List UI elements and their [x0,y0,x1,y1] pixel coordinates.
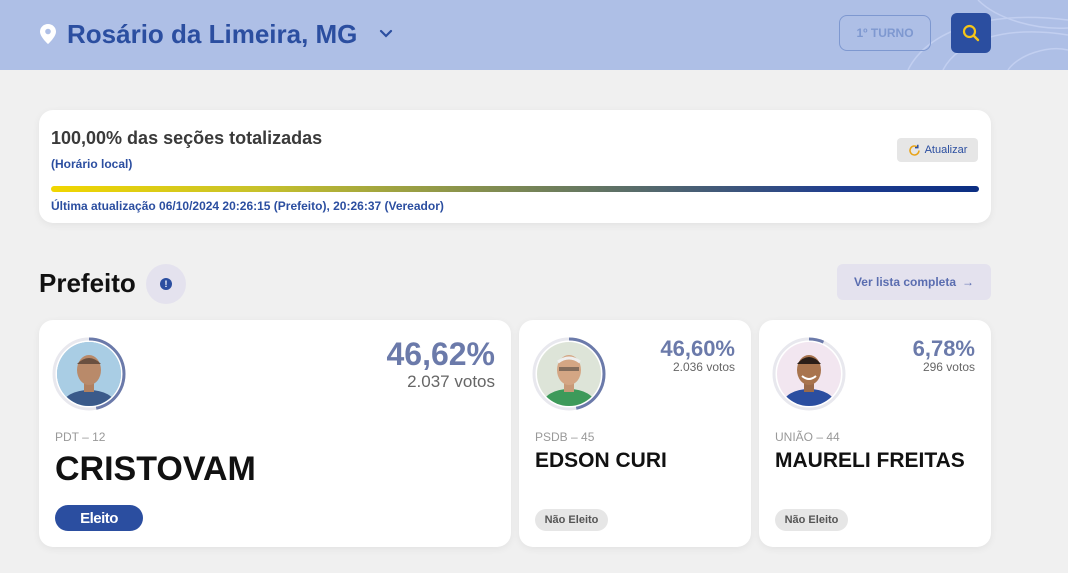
refresh-label: Atualizar [924,144,968,156]
full-list-label: Ver lista completa [853,275,957,289]
avatar [537,342,601,406]
chevron-down-icon[interactable] [379,27,393,41]
vote-count: 2.037 votos [407,372,495,391]
vote-percent: 46,60% [660,336,735,361]
status-subtitle: (Horário local) [51,157,133,171]
status-badge: Não Eleito [535,509,608,531]
candidate-name: MAURELI FREITAS [775,449,965,472]
turno-button[interactable]: 1º TURNO [839,15,931,51]
progress-fill [51,186,979,192]
header: Rosário da Limeira, MG 1º TURNO [0,0,1068,70]
status-title: 100,00% das seções totalizadas [51,128,323,148]
status-badge: Não Eleito [775,509,848,531]
info-button[interactable]: ! [146,264,186,304]
location-pin-icon [40,24,56,44]
status-card: 100,00% das seções totalizadas (Horário … [39,110,991,223]
avatar-ring-wrap [531,336,607,412]
vote-percent: 6,78% [912,336,975,361]
vote-count: 296 votos [922,360,975,374]
avatar-ring-wrap [51,336,127,412]
party-number: PSDB – 45 [535,430,595,444]
search-icon [962,24,980,42]
candidate-photo [57,342,121,406]
arrow-right-icon: → [962,275,975,289]
party-number: UNIÃO – 44 [775,430,840,444]
refresh-button[interactable]: Atualizar [897,138,978,162]
avatar [57,342,121,406]
candidate-card[interactable]: 46,60% 2.036 votos PSDB – 45 EDSON CURI … [519,320,751,547]
candidate-card[interactable]: 46,62% 2.037 votos PDT – 12 CRISTOVAM El… [39,320,511,547]
city-title[interactable]: Rosário da Limeira, MG [67,16,357,52]
party-number: PDT – 12 [55,430,106,444]
refresh-icon [908,144,920,156]
status-badge: Eleito [55,505,143,531]
vote-count: 2.036 votos [672,360,735,374]
vote-percent: 46,62% [386,336,495,372]
search-button[interactable] [951,13,991,53]
full-list-button[interactable]: Ver lista completa → [837,264,991,300]
candidate-photo [537,342,601,406]
avatar-ring-wrap [771,336,847,412]
avatar [777,342,841,406]
candidate-photo [777,342,841,406]
last-update-text: Última atualização 06/10/2024 20:26:15 (… [51,199,444,213]
info-icon: ! [160,278,172,290]
candidate-name: CRISTOVAM [55,450,256,488]
progress-bar [51,186,979,192]
candidate-card[interactable]: 6,78% 296 votos UNIÃO – 44 MAURELI FREIT… [759,320,991,547]
section-title: Prefeito [39,268,136,298]
candidate-name: EDSON CURI [535,449,667,472]
